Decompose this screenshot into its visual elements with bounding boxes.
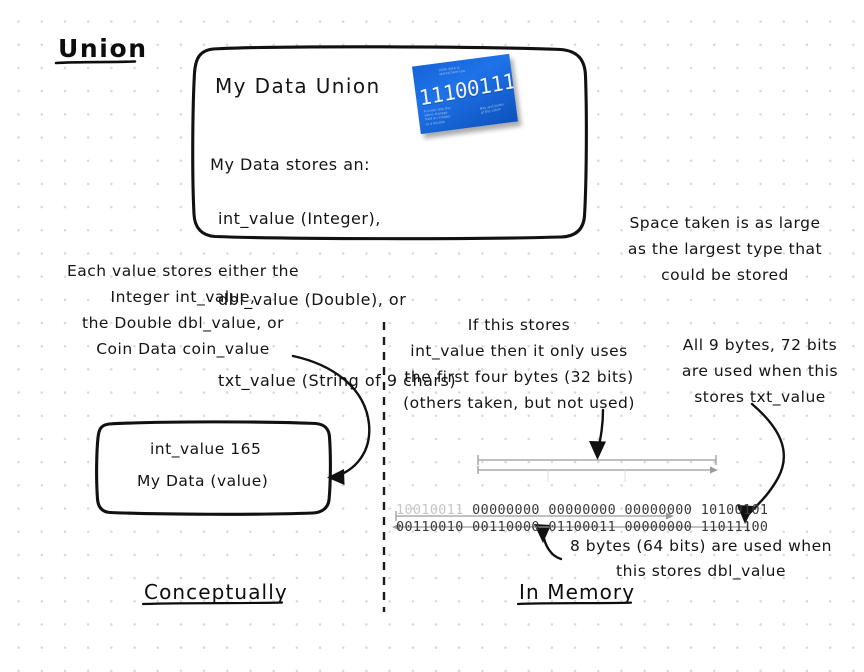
txt-value-note: All 9 bytes, 72 bits are used when this … xyxy=(681,336,839,406)
page-title: Union xyxy=(58,34,148,63)
bits-row-2: 00110010 00110000 01100011 00000000 1101… xyxy=(396,520,768,537)
union-field-int: int_value (Integer), xyxy=(218,209,381,228)
bits-row-2-byte-1: 00110010 xyxy=(396,519,464,535)
bits-row-1-byte-4: 10100101 xyxy=(700,503,769,518)
bits-row-1: 10010011 00000000 00000000 00000000 1010… xyxy=(396,503,768,520)
bits-row-2-byte-5: 11011100 xyxy=(700,519,769,535)
memory-bits-display: 10010011 00000000 00000000 00000000 1010… xyxy=(396,470,768,553)
binary-card-micro-text-left: A union lets the same storage hold an in… xyxy=(423,106,451,126)
bits-row-2-byte-3: 01100011 xyxy=(548,519,617,535)
concept-description: Each value stores either the Integer int… xyxy=(66,262,300,358)
binary-data-card-image: 11100111 Little data is stored here too … xyxy=(411,53,519,135)
union-card-intro: My Data stores an: xyxy=(210,155,371,174)
bits-row-1-byte-1: 00000000 xyxy=(472,503,540,518)
measure-line-4-bytes xyxy=(477,455,717,465)
space-taken-note: Space taken is as large as the largest t… xyxy=(627,214,823,284)
binary-card-micro-text-top: Little data is stored here too xyxy=(438,65,466,77)
binary-card-micro-text-right: Bits and bytes of the value xyxy=(479,102,505,116)
section-label-in-memory: In Memory xyxy=(519,580,636,604)
union-card-heading: My Data Union xyxy=(215,74,381,98)
bits-row-1-byte-2: 00000000 xyxy=(548,503,617,518)
concept-value-box-outline xyxy=(95,420,332,516)
concept-box-value: int_value 165 xyxy=(150,440,262,458)
bits-row-1-faded-byte: 10010011 xyxy=(396,503,464,518)
concept-box-label: My Data (value) xyxy=(137,472,269,490)
concept-arrow-head xyxy=(327,469,345,485)
bits-row-1-byte-3: 00000000 xyxy=(624,503,693,518)
section-label-conceptually: Conceptually xyxy=(144,580,288,604)
int-note-arrow-head xyxy=(589,441,606,460)
int-note-arrow xyxy=(596,408,605,453)
int-value-note: If this stores int_value then it only us… xyxy=(403,316,635,412)
bits-row-2-byte-2: 00110000 xyxy=(472,519,540,535)
bits-row-2-byte-4: 00000000 xyxy=(624,519,693,535)
